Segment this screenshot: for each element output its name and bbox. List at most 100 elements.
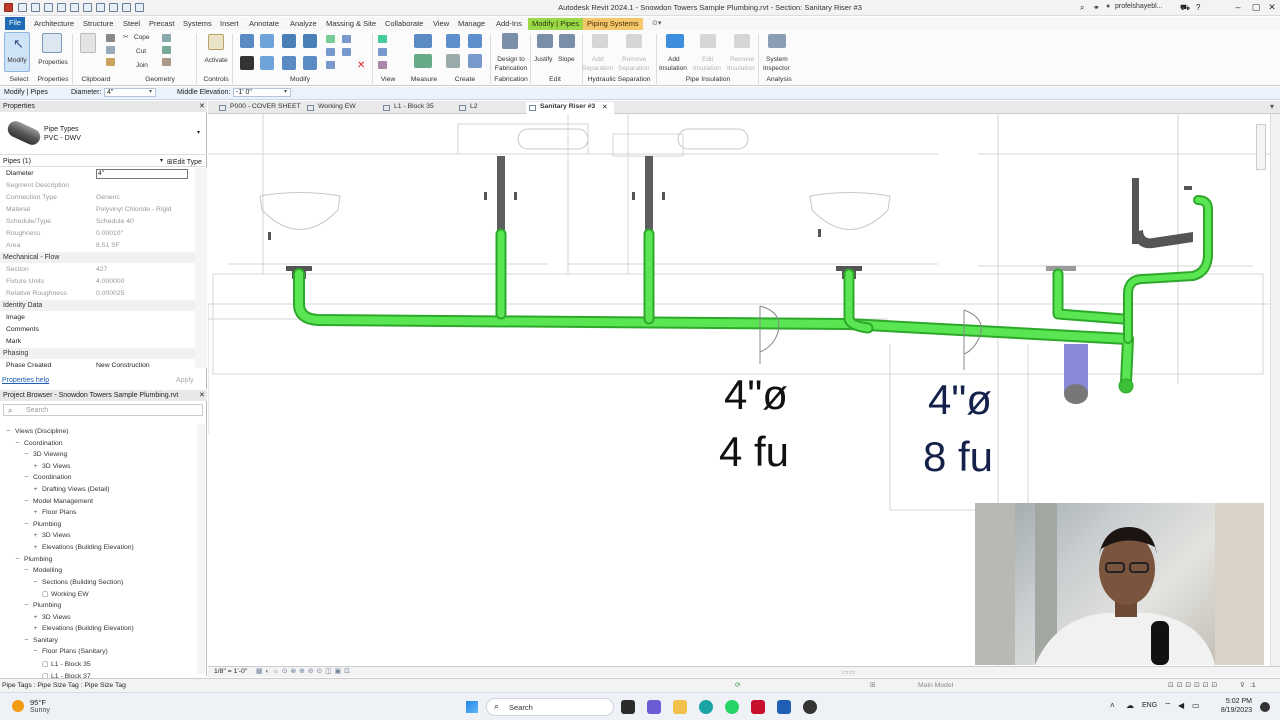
view-tab-sanitary-riser[interactable]: Sanitary Riser #3 ✕ bbox=[526, 102, 614, 114]
task-view-icon[interactable] bbox=[621, 700, 635, 714]
tab-massing-site[interactable]: Massing & Site bbox=[322, 18, 380, 30]
middle-elevation-select[interactable]: -1' 0" bbox=[233, 88, 291, 97]
property-row[interactable]: Comments bbox=[0, 324, 195, 336]
offset-icon[interactable] bbox=[260, 34, 274, 48]
measure-icon[interactable] bbox=[414, 34, 432, 48]
property-row[interactable]: Material Polyvinyl Chloride - Rigid bbox=[0, 204, 195, 216]
3d-view-qat-icon[interactable] bbox=[122, 3, 131, 12]
apply-button[interactable]: Apply bbox=[176, 377, 194, 384]
clock-date[interactable]: 8/19/2023 bbox=[1210, 707, 1252, 714]
tab-steel[interactable]: Steel bbox=[119, 18, 144, 30]
tray-chevron-icon[interactable]: ˄ bbox=[1110, 701, 1115, 710]
redo-icon[interactable] bbox=[70, 3, 79, 12]
expand-icon[interactable]: + bbox=[33, 509, 38, 516]
expand-icon[interactable]: + bbox=[33, 532, 38, 539]
view-icon[interactable]: ▢ bbox=[42, 590, 48, 598]
pipe-size-tag-2[interactable]: 4"ø bbox=[928, 376, 992, 423]
design-to-fabrication-icon[interactable] bbox=[502, 33, 518, 49]
property-value[interactable]: 427 bbox=[96, 266, 107, 273]
slope-icon[interactable] bbox=[559, 34, 575, 48]
expand-icon[interactable]: + bbox=[33, 625, 38, 632]
filter-icon[interactable] bbox=[378, 61, 387, 69]
property-value[interactable]: 0.00010" bbox=[96, 230, 123, 237]
revit-logo-icon[interactable] bbox=[4, 3, 13, 12]
pin-icon[interactable] bbox=[342, 35, 351, 43]
activate-controls-icon[interactable] bbox=[208, 34, 224, 50]
tab-list-icon[interactable]: ▾ bbox=[1270, 102, 1274, 111]
sync-icon[interactable] bbox=[44, 3, 53, 12]
align-icon[interactable] bbox=[240, 34, 254, 48]
collapse-icon[interactable]: − bbox=[24, 521, 29, 528]
edit-type-button[interactable]: ⊞Edit Type bbox=[167, 158, 202, 166]
type-selector[interactable]: Pipe Types PVC - DWV ▾ bbox=[0, 113, 207, 155]
taskbar-search-input[interactable]: ⌕ Search bbox=[486, 698, 614, 716]
collapse-icon[interactable]: − bbox=[24, 474, 29, 481]
view-icon[interactable]: ▢ bbox=[42, 660, 48, 668]
help-icon[interactable]: ? bbox=[1196, 3, 1200, 12]
recorder-icon[interactable] bbox=[803, 700, 817, 714]
tab-annotate[interactable]: Annotate bbox=[245, 18, 283, 30]
binoculars-icon[interactable]: ⚭ bbox=[1093, 3, 1100, 12]
collapse-icon[interactable]: − bbox=[33, 648, 38, 655]
tab-systems[interactable]: Systems bbox=[179, 18, 216, 30]
measure-qat-icon[interactable] bbox=[96, 3, 105, 12]
property-group-header[interactable]: Mechanical - Flow bbox=[0, 252, 195, 263]
browser-tree-node[interactable]: − Sanitary bbox=[24, 637, 58, 644]
scale-icon[interactable] bbox=[326, 61, 335, 69]
collapse-icon[interactable]: − bbox=[24, 602, 29, 609]
collapse-icon[interactable]: − bbox=[24, 567, 29, 574]
language-indicator[interactable]: ENG bbox=[1142, 702, 1157, 709]
browser-tree-node[interactable]: − Plumbing bbox=[15, 556, 53, 563]
edge-icon[interactable] bbox=[699, 700, 713, 714]
file-explorer-icon[interactable] bbox=[673, 700, 687, 714]
browser-tree-node[interactable]: ▢ Working EW bbox=[42, 590, 89, 598]
delete-icon[interactable]: ✕ bbox=[357, 60, 365, 71]
mirror-draw-icon[interactable] bbox=[303, 34, 317, 48]
wifi-icon[interactable]: ⌔ bbox=[1164, 701, 1172, 711]
user-icon[interactable]: ● bbox=[1106, 3, 1110, 10]
revit-taskbar-icon[interactable] bbox=[777, 700, 791, 714]
battery-icon[interactable]: ▭ bbox=[1192, 701, 1200, 710]
tab-modify-pipes[interactable]: Modify | Pipes bbox=[528, 18, 583, 30]
cart-icon[interactable]: ⛟ bbox=[1180, 3, 1190, 13]
undo-icon[interactable] bbox=[57, 3, 66, 12]
property-row[interactable]: Roughness 0.00010" bbox=[0, 228, 195, 240]
property-group-header[interactable]: Identity Data bbox=[0, 300, 195, 311]
filter-icon[interactable]: ⊽ bbox=[1240, 681, 1245, 689]
property-row[interactable]: Mark bbox=[0, 336, 195, 348]
instance-filter[interactable]: Pipes (1) ▾ ⊞Edit Type bbox=[0, 156, 207, 167]
acrobat-icon[interactable] bbox=[751, 700, 765, 714]
horizontal-scrollbar[interactable]: ▭▭ bbox=[842, 668, 855, 676]
browser-tree-node[interactable]: − Plumbing bbox=[24, 521, 62, 528]
collapse-icon[interactable]: − bbox=[6, 428, 11, 435]
modify-tool[interactable]: ↖ Modify bbox=[4, 32, 30, 72]
property-row[interactable]: Relative Roughness 0.000025 bbox=[0, 288, 195, 300]
save-icon[interactable] bbox=[31, 3, 40, 12]
property-row[interactable]: Segment Description bbox=[0, 180, 195, 192]
paste-icon[interactable] bbox=[80, 33, 96, 53]
dimension-icon[interactable] bbox=[414, 54, 432, 68]
justify-icon[interactable] bbox=[537, 34, 553, 48]
remove-insulation-icon[interactable] bbox=[734, 34, 750, 48]
cloud-icon[interactable]: ☁ bbox=[1126, 701, 1134, 710]
tab-architecture[interactable]: Architecture bbox=[30, 18, 78, 30]
create-group-icon[interactable] bbox=[446, 54, 460, 68]
properties-icon[interactable] bbox=[42, 33, 62, 53]
tab-manage[interactable]: Manage bbox=[454, 18, 489, 30]
panel-select-title[interactable]: Select bbox=[4, 76, 34, 83]
tab-insert[interactable]: Insert bbox=[216, 18, 243, 30]
browser-tree-node[interactable]: − Modelling bbox=[24, 567, 63, 574]
worksharing-icon[interactable]: ⟳ bbox=[735, 681, 741, 689]
property-value[interactable]: 0.000025 bbox=[96, 290, 124, 297]
split-face-icon[interactable] bbox=[162, 58, 171, 66]
view-tab-l1-block35[interactable]: L1 - Block 35 bbox=[380, 102, 438, 114]
browser-scrollbar[interactable] bbox=[197, 424, 205, 674]
tab-file[interactable]: File bbox=[5, 17, 26, 30]
browser-tree-node[interactable]: + Elevations (Building Elevation) bbox=[33, 625, 134, 632]
property-value[interactable]: New Construction bbox=[96, 362, 150, 369]
properties-scrollbar[interactable] bbox=[195, 168, 207, 368]
browser-tree-node[interactable]: − Coordination bbox=[15, 440, 63, 447]
pipe-size-tag-1[interactable]: 4"ø bbox=[724, 371, 788, 418]
clock-time[interactable]: 5:02 PM bbox=[1220, 698, 1252, 705]
property-row[interactable]: Section 427 bbox=[0, 264, 195, 276]
